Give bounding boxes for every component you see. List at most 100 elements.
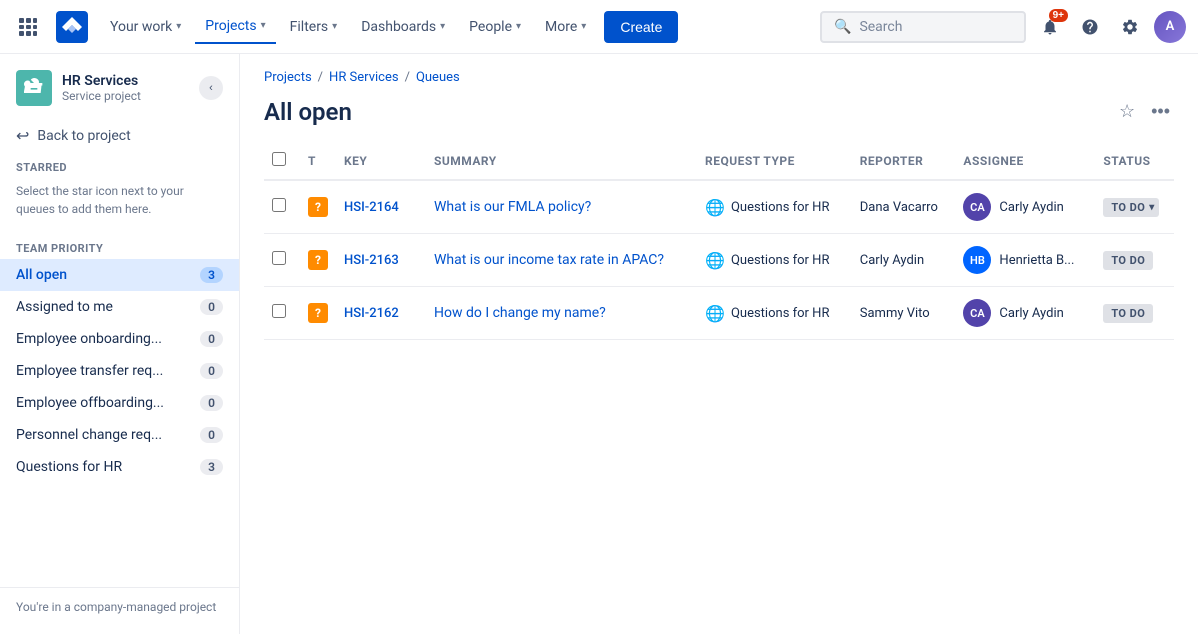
issue-type-icon: ? bbox=[308, 303, 328, 323]
sidebar: HR Services Service project ‹ ↩ Back to … bbox=[0, 54, 240, 634]
chevron-down-icon: ▾ bbox=[581, 21, 586, 32]
sidebar-item-assigned-to-me[interactable]: Assigned to me 0 bbox=[0, 291, 239, 323]
row-checkbox[interactable] bbox=[272, 304, 286, 318]
nav-filters[interactable]: Filters ▾ bbox=[280, 11, 348, 43]
request-type-label: Questions for HR bbox=[731, 253, 830, 268]
row-checkbox[interactable] bbox=[272, 251, 286, 265]
back-to-project-link[interactable]: ↩ Back to project bbox=[0, 118, 239, 153]
issue-type-icon: ? bbox=[308, 197, 328, 217]
sidebar-collapse-button[interactable]: ‹ bbox=[199, 76, 223, 100]
sidebar-project-info: HR Services Service project bbox=[62, 73, 189, 103]
issue-key[interactable]: HSI-2162 bbox=[344, 306, 399, 321]
assignee-name: Henrietta B... bbox=[999, 253, 1074, 268]
request-type: 🌐 Questions for HR bbox=[705, 251, 844, 270]
table-row: ? HSI-2163 What is our income tax rate in … bbox=[264, 234, 1174, 287]
sidebar-item-personnel-change[interactable]: Personnel change req... 0 bbox=[0, 419, 239, 451]
breadcrumb-queues[interactable]: Queues bbox=[416, 70, 460, 85]
project-type: Service project bbox=[62, 89, 189, 103]
issue-summary[interactable]: How do I change my name? bbox=[434, 305, 606, 321]
main-layout: HR Services Service project ‹ ↩ Back to … bbox=[0, 54, 1198, 634]
app-switcher-button[interactable] bbox=[12, 11, 44, 43]
project-name: HR Services bbox=[62, 73, 189, 89]
col-reporter: Reporter bbox=[852, 142, 956, 180]
breadcrumb-projects[interactable]: Projects bbox=[264, 70, 312, 85]
page-title: All open bbox=[264, 98, 352, 126]
col-key: Key bbox=[336, 142, 426, 180]
nav-more[interactable]: More ▾ bbox=[535, 11, 596, 43]
nav-dashboards[interactable]: Dashboards ▾ bbox=[351, 11, 455, 43]
chevron-down-icon: ▾ bbox=[440, 21, 445, 32]
sidebar-project-header: HR Services Service project ‹ bbox=[0, 54, 239, 118]
starred-section-title: STARRED bbox=[0, 153, 239, 178]
page-header-actions: ☆ ••• bbox=[1115, 97, 1174, 126]
jira-logo[interactable] bbox=[56, 11, 88, 43]
nav-people[interactable]: People ▾ bbox=[459, 11, 531, 43]
more-options-button[interactable]: ••• bbox=[1147, 97, 1174, 126]
sidebar-item-questions-for-hr[interactable]: Questions for HR 3 bbox=[0, 451, 239, 483]
assignee-cell: CA Carly Aydin bbox=[963, 299, 1087, 327]
issue-summary[interactable]: What is our FMLA policy? bbox=[434, 199, 591, 215]
col-assignee: Assignee bbox=[955, 142, 1095, 180]
col-summary: Summary bbox=[426, 142, 697, 180]
assignee-cell: HBHenrietta B... bbox=[963, 246, 1087, 274]
sidebar-footer: You're in a company-managed project bbox=[0, 587, 239, 626]
nav-your-work[interactable]: Your work ▾ bbox=[100, 11, 191, 43]
request-type-icon: 🌐 bbox=[705, 198, 725, 217]
top-navigation: Your work ▾ Projects ▾ Filters ▾ Dashboa… bbox=[0, 0, 1198, 54]
team-priority-section-title: TEAM PRIORITY bbox=[0, 230, 239, 259]
nav-projects[interactable]: Projects ▾ bbox=[195, 10, 275, 44]
assignee-name: Carly Aydin bbox=[999, 306, 1063, 321]
status-badge[interactable]: TO DO ▾ bbox=[1103, 198, 1158, 217]
sidebar-item-all-open[interactable]: All open 3 bbox=[0, 259, 239, 291]
issues-table-container: T Key Summary Request Type Reporter Assi… bbox=[240, 142, 1198, 340]
issue-summary[interactable]: What is our income tax rate in APAC? bbox=[434, 252, 664, 268]
status-badge[interactable]: TO DO bbox=[1103, 251, 1153, 270]
row-checkbox[interactable] bbox=[272, 198, 286, 212]
chevron-down-icon: ▾ bbox=[332, 21, 337, 32]
table-row: ? HSI-2164 What is our FMLA policy? 🌐 Questi… bbox=[264, 180, 1174, 234]
main-content: Projects / HR Services / Queues All open… bbox=[240, 54, 1198, 634]
user-avatar[interactable]: A bbox=[1154, 11, 1186, 43]
request-type: 🌐 Questions for HR bbox=[705, 304, 844, 323]
sidebar-item-employee-onboarding[interactable]: Employee onboarding... 0 bbox=[0, 323, 239, 355]
col-type: T bbox=[300, 142, 336, 180]
search-placeholder: Search bbox=[859, 19, 902, 35]
starred-hint: Select the star icon next to your queues… bbox=[0, 178, 239, 230]
assignee-avatar: CA bbox=[963, 299, 991, 327]
issues-table: T Key Summary Request Type Reporter Assi… bbox=[264, 142, 1174, 340]
chevron-down-icon: ▾ bbox=[516, 21, 521, 32]
notification-badge: 9+ bbox=[1049, 9, 1068, 22]
search-bar[interactable]: 🔍 Search bbox=[820, 11, 1026, 43]
sidebar-item-employee-offboarding[interactable]: Employee offboarding... 0 bbox=[0, 387, 239, 419]
page-header: All open ☆ ••• bbox=[240, 93, 1198, 142]
issue-key[interactable]: HSI-2163 bbox=[344, 253, 399, 268]
star-button[interactable]: ☆ bbox=[1115, 97, 1139, 126]
chevron-down-icon: ▾ bbox=[261, 20, 266, 31]
request-type-label: Questions for HR bbox=[731, 200, 830, 215]
issue-key[interactable]: HSI-2164 bbox=[344, 200, 399, 215]
sidebar-collapse-wrapper: ‹ bbox=[199, 76, 223, 100]
request-type-label: Questions for HR bbox=[731, 306, 830, 321]
topnav-right-section: 🔍 Search 9+ A bbox=[820, 11, 1186, 43]
status-badge[interactable]: TO DO bbox=[1103, 304, 1153, 323]
request-type-icon: 🌐 bbox=[705, 304, 725, 323]
create-button[interactable]: Create bbox=[604, 11, 678, 43]
select-all-checkbox[interactable] bbox=[272, 152, 286, 166]
breadcrumb-hr-services[interactable]: HR Services bbox=[329, 70, 399, 85]
table-row: ? HSI-2162 How do I change my name? 🌐 Questi… bbox=[264, 287, 1174, 340]
chevron-down-icon: ▾ bbox=[176, 21, 181, 32]
sidebar-item-employee-transfer[interactable]: Employee transfer req... 0 bbox=[0, 355, 239, 387]
settings-button[interactable] bbox=[1114, 11, 1146, 43]
notifications-button[interactable]: 9+ bbox=[1034, 11, 1066, 43]
reporter-cell: Carly Aydin bbox=[852, 234, 956, 287]
issue-type-icon: ? bbox=[308, 250, 328, 270]
col-request-type: Request Type bbox=[697, 142, 852, 180]
col-status: Status bbox=[1095, 142, 1174, 180]
breadcrumb: Projects / HR Services / Queues bbox=[240, 54, 1198, 93]
request-type: 🌐 Questions for HR bbox=[705, 198, 844, 217]
request-type-icon: 🌐 bbox=[705, 251, 725, 270]
search-icon: 🔍 bbox=[834, 19, 851, 35]
reporter-cell: Dana Vacarro bbox=[852, 180, 956, 234]
help-button[interactable] bbox=[1074, 11, 1106, 43]
reporter-cell: Sammy Vito bbox=[852, 287, 956, 340]
